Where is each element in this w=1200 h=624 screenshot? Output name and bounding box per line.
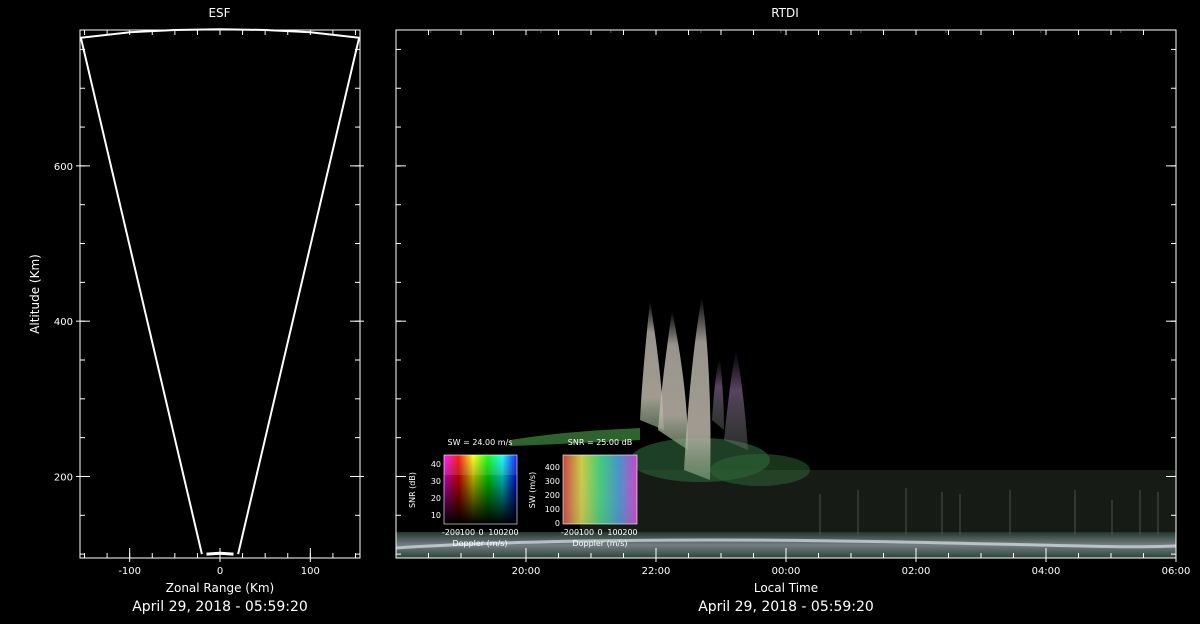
rtdi-title: RTDI [771,6,799,20]
inset2-y-tick-0: 0 [555,519,560,528]
esf-x-tick-label: -100 [118,566,141,577]
inset1-y-tick-40: 40 [431,460,441,469]
inset2-title: SNR = 25.00 dB [568,438,632,447]
rtdi-x-tick-label: 02:00 [902,566,931,577]
inset2-x-tick-0: 0 [597,528,602,537]
esf-y-axis-label: Altitude (Km) [28,254,42,334]
inset2-y-tick-300: 300 [545,477,560,486]
esf-panel: ESF 200 400 600 -100 0 100 Altitude (Km) Zon… [28,6,364,615]
rtdi-green-base-2 [710,454,810,486]
esf-x-tick-label: 100 [301,566,320,577]
inset1-x-tick-0: 0 [478,528,483,537]
rtdi-x-tick-label: 04:00 [1032,566,1061,577]
esf-beam-base [206,551,234,556]
rtdi-x-axis-label: Local Time [754,581,818,595]
inset2-xlabel: Doppler (m/s) [572,539,627,548]
inset1-x-tick-200: 200 [503,528,518,537]
rtdi-x-tick-label: 06:00 [1162,566,1191,577]
inset1-xlabel: Doppler (m/s) [452,539,507,548]
inset1-y-tick-20: 20 [431,494,441,503]
esf-y-tick-label: 200 [54,472,73,483]
inset2-y-tick-400: 400 [545,463,560,472]
esf-title: ESF [208,6,230,20]
rtdi-x-tick-label: 20:00 [512,566,541,577]
inset2-x-tick-100: 100 [607,528,622,537]
esf-x-tick-label: 0 [217,566,223,577]
rtdi-x-tick-label: 22:00 [642,566,671,577]
inset1-title: SW = 24.00 m/s [448,438,513,447]
esf-date-label: April 29, 2018 - 05:59:20 [132,599,308,615]
esf-beam-outline [79,28,361,555]
rtdi-panel: RTDI SW = 24.00 m/s 40 30 20 10 -200 -10… [395,6,1191,615]
figure: ESF 200400600 -100 0 100 Altitude (Km) Zon… [28,6,1191,615]
inset2-x-tick-m100: -100 [576,528,594,537]
inset1-x-ticks: -200 -100 0 100 200 [442,528,519,537]
inset2-y-tick-200: 200 [545,491,560,500]
esf-x-axis-label: Zonal Range (Km) [166,581,274,595]
esf-x-ticks: -100 0 100 [84,30,356,577]
inset2-y-tick-100: 100 [545,505,560,514]
inset2-x-ticks: -200 -100 0 100 200 [561,528,638,537]
inset2-fade-2 [563,455,637,524]
rtdi-x-tick-label: 00:00 [772,566,801,577]
inset1-ylabel: SNR (dB) [408,472,417,508]
esf-y-tick-label: 400 [54,317,73,328]
esf-y-tick-label: 600 [54,162,73,173]
inset2-x-tick-200: 200 [622,528,637,537]
inset1-y-tick-10: 10 [431,511,441,520]
inset1-y-tick-30: 30 [431,477,441,486]
esf-plot-frame [79,29,361,559]
rtdi-date-label: April 29, 2018 - 05:59:20 [698,599,874,615]
inset1-x-tick-m100: -100 [457,528,475,537]
inset2-ylabel: SW (m/s) [528,472,537,508]
inset1-wash [444,455,517,475]
esf-series [79,28,361,556]
inset1-x-tick-100: 100 [488,528,503,537]
